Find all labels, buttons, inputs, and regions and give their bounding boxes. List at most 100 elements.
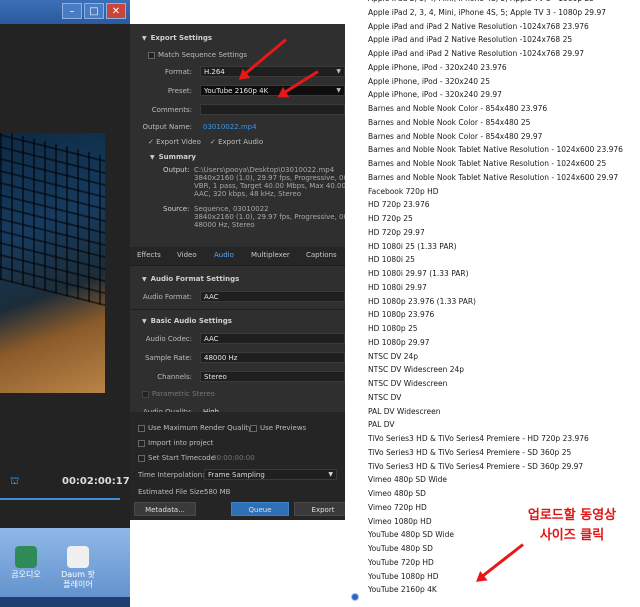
- preset-list-item[interactable]: TiVo Series3 HD & TiVo Series4 Premiere …: [368, 460, 583, 473]
- queue-button[interactable]: Queue: [231, 502, 289, 516]
- source-summary: Sequence, 03010022 3840x2160 (1.0), 29.9…: [194, 205, 345, 229]
- tab-effects[interactable]: Effects: [137, 251, 161, 259]
- start-timecode-value[interactable]: 00:00:00:00: [212, 454, 255, 462]
- preset-list-item[interactable]: NTSC DV: [368, 391, 401, 404]
- tab-multiplexer[interactable]: Multiplexer: [251, 251, 290, 259]
- preset-list-item[interactable]: HD 1080i 29.97: [368, 281, 427, 294]
- preset-list-item[interactable]: TiVo Series3 HD & TiVo Series4 Premiere …: [368, 446, 571, 459]
- use-previews-checkbox[interactable]: Use Previews: [250, 424, 306, 432]
- time-interpolation-label: Time Interpolation:: [138, 471, 205, 479]
- max-render-quality-checkbox[interactable]: Use Maximum Render Quality: [138, 424, 252, 432]
- preset-list-item[interactable]: YouTube 1080p HD: [368, 570, 439, 583]
- divider: [130, 309, 345, 310]
- preset-list-item[interactable]: HD 1080p 29.97: [368, 336, 430, 349]
- preset-list-item[interactable]: PAL DV: [368, 418, 395, 431]
- export-settings-header[interactable]: ▼ Export Settings: [142, 34, 212, 42]
- preset-list-item[interactable]: Apple iPhone, iPod - 320x240 29.97: [368, 88, 502, 101]
- timeline-marker-icon[interactable]: ⛫: [10, 476, 19, 489]
- summary-header[interactable]: ▼ Summary: [150, 153, 196, 161]
- comments-input[interactable]: [200, 104, 345, 115]
- desktop-icon-gomaudio[interactable]: 곰오디오: [10, 546, 42, 580]
- audio-format-label: Audio Format:: [142, 293, 192, 301]
- preset-list-item[interactable]: Apple iPad 2, 3, 4, Mini, iPhone 4S, 5; …: [368, 0, 594, 5]
- preset-list-item[interactable]: Vimeo 480p SD: [368, 487, 426, 500]
- output-summary: C:\Users\pooya\Desktop\03010022.mp4 3840…: [194, 166, 345, 198]
- preset-list-item[interactable]: HD 1080i 29.97 (1.33 PAR): [368, 267, 469, 280]
- maximize-button[interactable]: □: [84, 3, 104, 19]
- audio-codec-select[interactable]: AAC: [200, 333, 345, 344]
- preset-list-item[interactable]: Facebook 720p HD: [368, 185, 439, 198]
- preset-list-item[interactable]: HD 1080i 25 (1.33 PAR): [368, 240, 457, 253]
- minimize-button[interactable]: –: [62, 3, 82, 19]
- preset-list-item[interactable]: Vimeo 720p HD: [368, 501, 427, 514]
- preset-list-item[interactable]: Apple iPad 2, 3, 4, Mini, iPhone 4S, 5; …: [368, 6, 606, 19]
- output-name-link[interactable]: 03010022.mp4: [203, 123, 257, 131]
- divider: [130, 265, 345, 266]
- preset-list-item[interactable]: Vimeo 480p SD Wide: [368, 473, 447, 486]
- sample-rate-select[interactable]: 48000 Hz: [200, 352, 345, 363]
- settings-tabs: Effects Video Audio Multiplexer Captions: [130, 247, 345, 265]
- estimated-file-size-value: 580 MB: [204, 488, 231, 496]
- match-sequence-checkbox[interactable]: Match Sequence Settings: [148, 51, 247, 59]
- preset-select[interactable]: YouTube 2160p 4K ▼: [200, 85, 345, 96]
- chevron-down-icon: ▼: [336, 68, 341, 75]
- preset-list-item[interactable]: Barnes and Noble Nook Tablet Native Reso…: [368, 143, 623, 156]
- set-start-timecode-checkbox[interactable]: Set Start Timecode: [138, 454, 215, 462]
- preset-list-item[interactable]: Barnes and Noble Nook Tablet Native Reso…: [368, 157, 606, 170]
- tab-video[interactable]: Video: [177, 251, 197, 259]
- preset-list-item[interactable]: TiVo Series3 HD & TiVo Series4 Premiere …: [368, 432, 589, 445]
- preset-list-item[interactable]: Barnes and Noble Nook Tablet Native Reso…: [368, 171, 618, 184]
- output-name-label: Output Name:: [142, 123, 192, 131]
- preset-list-item[interactable]: Vimeo 1080p HD: [368, 515, 432, 528]
- desktop-area: 곰오디오 Daum 팟플레이어: [0, 528, 130, 607]
- channels-select[interactable]: Stereo: [200, 371, 345, 382]
- metadata-button[interactable]: Metadata...: [134, 502, 196, 516]
- export-button[interactable]: Export: [294, 502, 345, 516]
- preset-list-item[interactable]: NTSC DV 24p: [368, 350, 418, 363]
- time-interpolation-select[interactable]: Frame Sampling ▼: [204, 469, 337, 480]
- preset-list-item[interactable]: Barnes and Noble Nook Color - 854x480 25: [368, 116, 530, 129]
- selected-radio-icon: [351, 593, 359, 601]
- preset-list-item[interactable]: HD 1080p 23.976: [368, 308, 434, 321]
- preset-list-item[interactable]: YouTube 720p HD: [368, 556, 434, 569]
- preset-list-item[interactable]: HD 720p 29.97: [368, 226, 425, 239]
- export-settings-panel: ▼ Export Settings Match Sequence Settings…: [130, 24, 345, 520]
- program-monitor-area: – □ ✕ ⛫ 00:02:00:17 곰오디오 Daum 팟플레이어: [0, 0, 130, 607]
- export-video-checkbox[interactable]: ✓ Export Video: [148, 138, 201, 146]
- timecode-readout: 00:02:00:17: [62, 476, 130, 487]
- preset-list-item[interactable]: Apple iPad and iPad 2 Native Resolution …: [368, 33, 572, 46]
- preset-list-item[interactable]: NTSC DV Widescreen 24p: [368, 363, 464, 376]
- audio-format-settings-header[interactable]: ▼ Audio Format Settings: [142, 275, 239, 283]
- preset-list-item[interactable]: PAL DV Widescreen: [368, 405, 441, 418]
- preset-list-item[interactable]: HD 720p 23.976: [368, 198, 430, 211]
- tab-captions[interactable]: Captions: [306, 251, 337, 259]
- output-summary-label: Output:: [163, 166, 190, 174]
- format-select[interactable]: H.264 ▼: [200, 66, 345, 77]
- import-into-project-checkbox[interactable]: Import into project: [138, 439, 213, 447]
- parametric-stereo-checkbox[interactable]: Parametric Stereo: [142, 390, 215, 398]
- preset-list-item[interactable]: NTSC DV Widescreen: [368, 377, 447, 390]
- preset-list-item[interactable]: HD 1080p 25: [368, 322, 418, 335]
- preset-list-item[interactable]: Apple iPad and iPad 2 Native Resolution …: [368, 20, 589, 33]
- preset-list-item[interactable]: YouTube 480p SD: [368, 542, 433, 555]
- preset-list-item[interactable]: Apple iPad and iPad 2 Native Resolution …: [368, 47, 584, 60]
- desktop-icon-potplayer[interactable]: Daum 팟플레이어: [58, 546, 98, 590]
- basic-audio-settings-header[interactable]: ▼ Basic Audio Settings: [142, 317, 232, 325]
- keyboard-image: [0, 133, 105, 307]
- preset-list-item[interactable]: Apple iPhone, iPod - 320x240 25: [368, 75, 490, 88]
- preset-list-item[interactable]: HD 1080p 23.976 (1.33 PAR): [368, 295, 476, 308]
- export-audio-checkbox[interactable]: ✓ Export Audio: [210, 138, 263, 146]
- close-button[interactable]: ✕: [106, 3, 126, 19]
- annotation-text-line1: 업로드할 동영상: [527, 508, 617, 523]
- preset-list-item[interactable]: HD 720p 25: [368, 212, 413, 225]
- tab-audio[interactable]: Audio: [214, 251, 234, 259]
- preset-list-item[interactable]: Apple iPhone, iPod - 320x240 23.976: [368, 61, 507, 74]
- audio-format-select[interactable]: AAC: [200, 291, 345, 302]
- preset-list-item[interactable]: YouTube 2160p 4K: [368, 583, 437, 596]
- preset-list-item[interactable]: Barnes and Noble Nook Color - 854x480 23…: [368, 102, 547, 115]
- preset-list-item[interactable]: Barnes and Noble Nook Color - 854x480 29…: [368, 130, 542, 143]
- preset-list-item[interactable]: YouTube 480p SD Wide: [368, 528, 454, 541]
- timeline-scrubber[interactable]: [0, 498, 120, 500]
- potplayer-icon: [67, 546, 89, 568]
- preset-list-item[interactable]: HD 1080i 25: [368, 253, 415, 266]
